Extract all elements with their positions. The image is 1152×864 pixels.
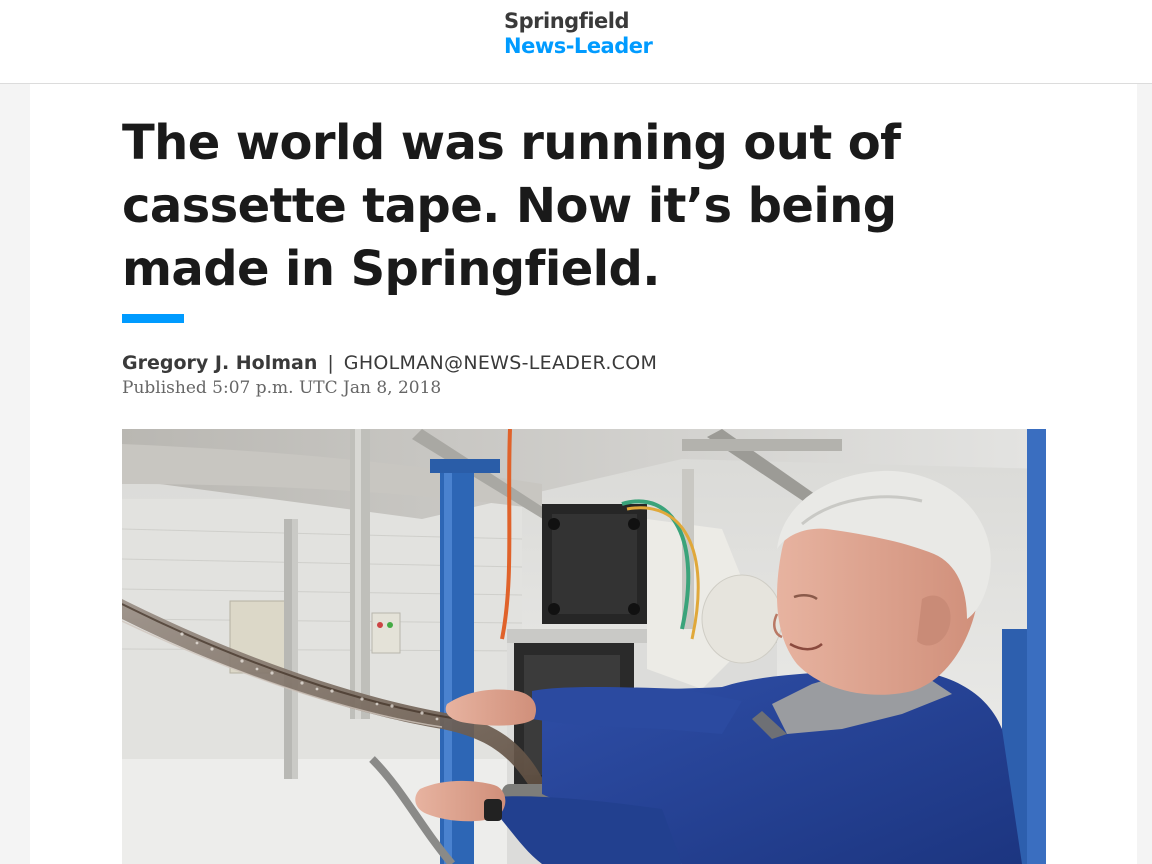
author-email-link[interactable]: GHOLMAN@NEWS-LEADER.COM: [344, 352, 657, 374]
byline: Gregory J. Holman | GHOLMAN@NEWS-LEADER.CO…: [122, 350, 657, 376]
article-container: The world was running out of cassette ta…: [30, 84, 1137, 864]
site-logo[interactable]: Springfield News-Leader: [504, 9, 653, 59]
logo-line-springfield: Springfield: [504, 9, 630, 33]
publish-timestamp: Published 5:07 p.m. UTC Jan 8, 2018: [122, 378, 442, 398]
headline-accent-bar: [122, 314, 184, 323]
masthead: Springfield News-Leader: [0, 0, 1152, 84]
lead-photo-image: [122, 429, 1046, 864]
author-name[interactable]: Gregory J. Holman: [122, 352, 317, 374]
logo-line-news-leader: News-Leader: [504, 34, 653, 58]
byline-separator: |: [327, 352, 334, 374]
lead-photo[interactable]: [122, 429, 1046, 864]
article-headline: The world was running out of cassette ta…: [122, 115, 901, 297]
